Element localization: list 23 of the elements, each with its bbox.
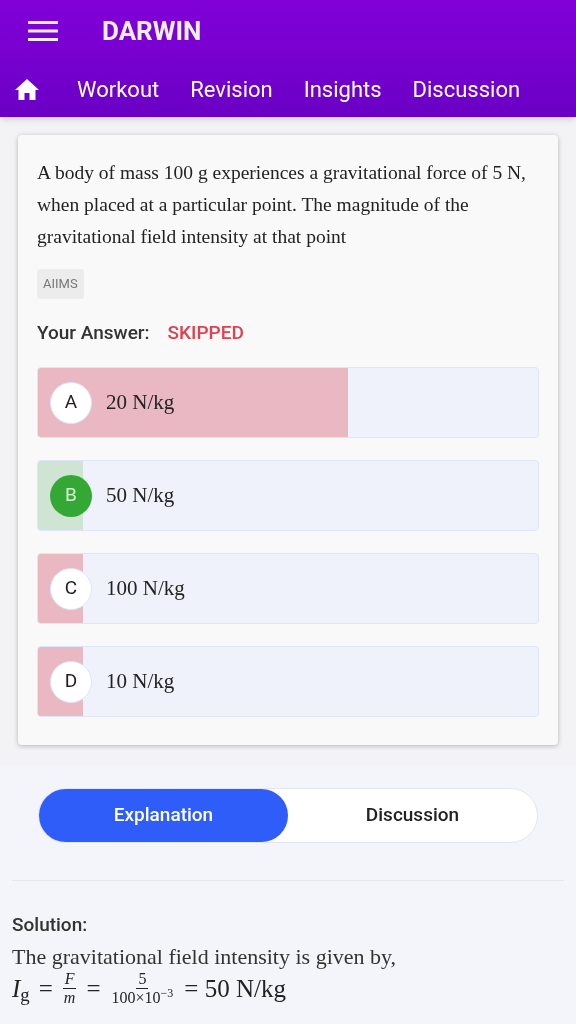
option-text: 50 N/kg [106, 481, 175, 509]
home-icon[interactable] [15, 79, 39, 100]
option-text: 100 N/kg [106, 574, 185, 602]
exam-tag: AIIMS [37, 269, 84, 299]
solution-text: The gravitational field intensity is given by, [12, 943, 398, 970]
answer-option[interactable]: D 10 N/kg [37, 646, 539, 717]
answer-option[interactable]: B 50 N/kg [37, 460, 539, 531]
answer-label: Your Answer: [37, 319, 150, 346]
solution-heading: Solution: [12, 912, 89, 938]
option-text: 10 N/kg [106, 667, 175, 695]
nav-tab[interactable]: Discussion [412, 73, 521, 106]
answer-option[interactable]: A 20 N/kg [37, 367, 539, 438]
nav-tab[interactable]: Insights [303, 73, 382, 106]
nav-tab[interactable]: Workout [77, 73, 160, 106]
answer-value: SKIPPED [167, 319, 244, 346]
toggle-tab[interactable]: Explanation [39, 789, 288, 842]
app-title: DARWIN [102, 14, 202, 48]
toggle-tab[interactable]: Discussion [288, 789, 537, 842]
option-text: 20 N/kg [106, 388, 175, 416]
question-text: A body of mass 100 g experiences a gravitational force of 5 N, when placed at a particular point. The magnitude of the gravitational field intensity at that point [37, 161, 527, 249]
menu-icon[interactable] [28, 20, 58, 42]
nav-tab[interactable]: Revision [190, 73, 273, 106]
answer-option[interactable]: C 100 N/kg [37, 553, 539, 624]
